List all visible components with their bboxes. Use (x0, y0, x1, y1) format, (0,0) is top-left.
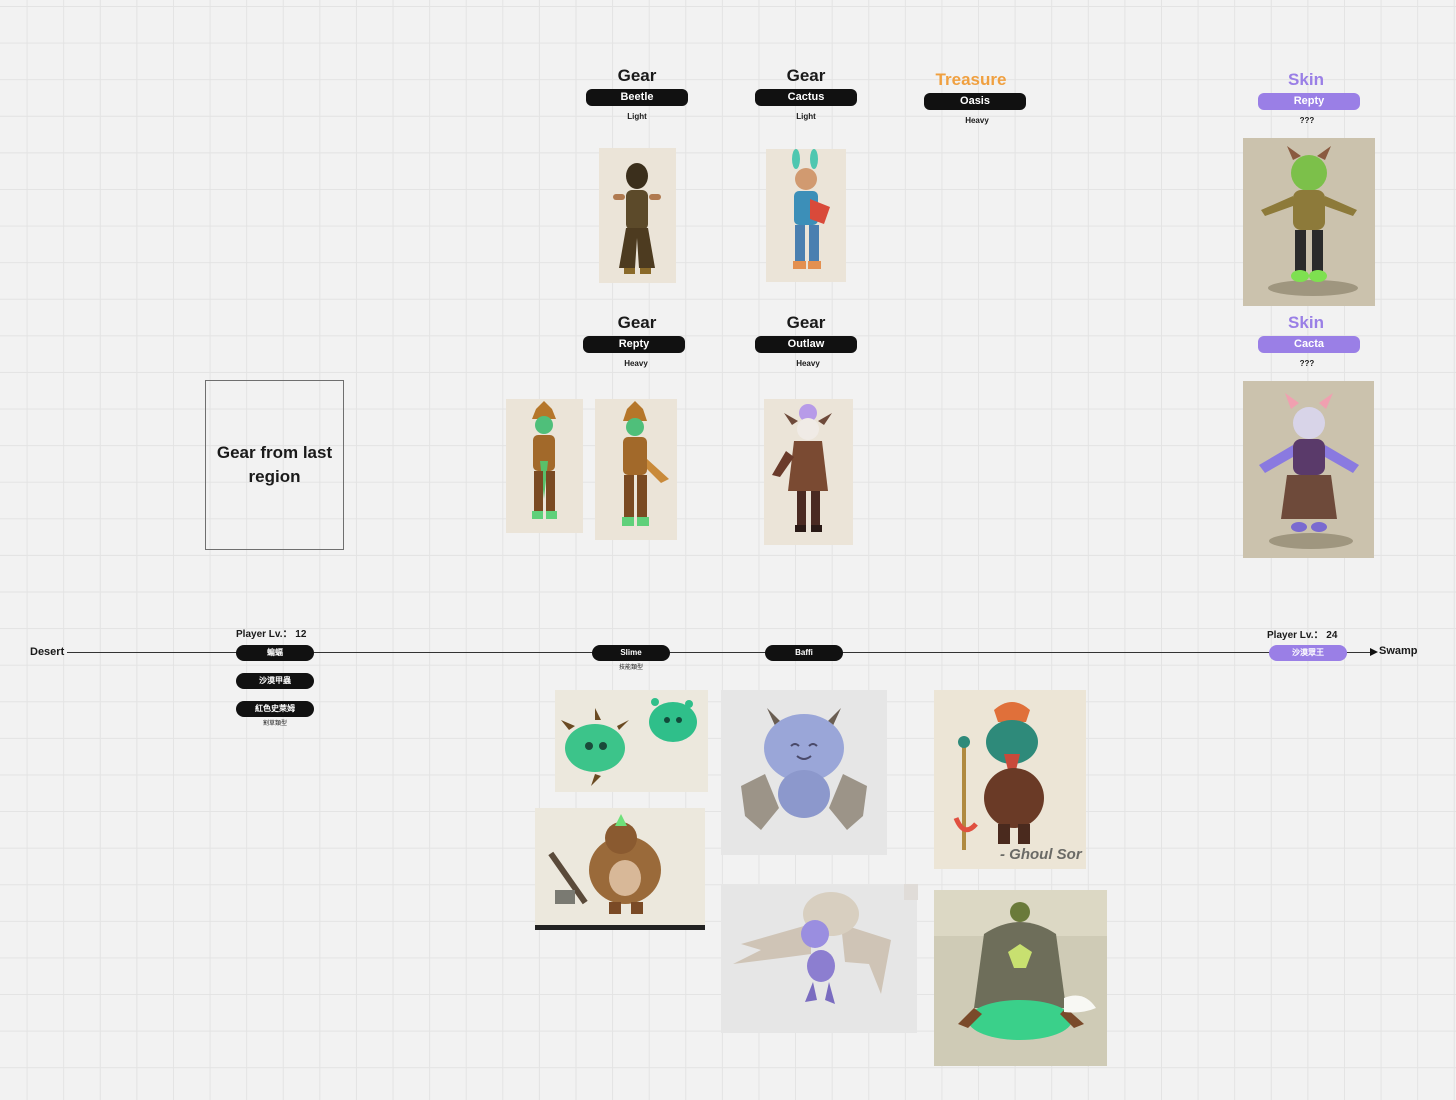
category-title: Gear (786, 66, 826, 85)
weight-label: Light (627, 112, 647, 121)
image-caption: - Ghoul Sor (1000, 846, 1082, 863)
category-title: Gear (617, 66, 657, 85)
outlaw-gear-image (764, 399, 853, 545)
timeline-arrow-icon (1370, 648, 1378, 656)
bat-monster-image (721, 884, 917, 1033)
weight-label: ??? (1299, 359, 1315, 368)
category-title: Gear (786, 313, 826, 332)
category-title: Skin (1288, 70, 1324, 89)
item-name-pill: Repty (583, 336, 685, 353)
item-name-pill: Repty (1258, 93, 1360, 110)
ghoul-sorcerer-image: - Ghoul Sor (934, 690, 1086, 869)
timeline-start-label: Desert (30, 646, 65, 658)
category-title: Treasure (935, 70, 1007, 89)
weight-label: ??? (1299, 116, 1315, 125)
beetle-gear-image (599, 148, 676, 283)
clipped-image-fragment (904, 884, 918, 900)
cacta-skin-image (1243, 381, 1374, 558)
player-level-left: Player Lv.： 12 (236, 629, 307, 640)
bell-monster-image (934, 890, 1107, 1066)
item-name-pill: Oasis (924, 93, 1026, 110)
item-name-pill: Beetle (586, 89, 688, 106)
timeline-end-label: Swamp (1379, 645, 1418, 657)
weight-label: Light (796, 112, 816, 121)
category-title: Gear (617, 313, 657, 332)
weight-label: Heavy (624, 359, 648, 368)
monster-type-note: 割草類型 (262, 721, 287, 727)
monster-pill: 蝙蝠 (236, 645, 314, 661)
repty-gear-back-image (595, 399, 677, 540)
baffi-monster-image (721, 690, 887, 855)
item-name-pill: Cacta (1258, 336, 1360, 353)
repty-skin-image (1243, 138, 1375, 306)
boss-pill: 沙漠眾王 (1269, 645, 1347, 661)
baffi-pill: Baffi (765, 645, 843, 661)
item-name-pill: Outlaw (755, 336, 857, 353)
slime-type-note: 技能類型 (618, 665, 643, 671)
cactus-gear-image (766, 149, 846, 282)
gear-from-last-region-note: Gear from last region (205, 380, 344, 550)
note-text: Gear from last region (216, 443, 333, 486)
weight-label: Heavy (965, 116, 989, 125)
repty-gear-front-image (506, 399, 583, 533)
weight-label: Heavy (796, 359, 820, 368)
player-level-right: Player Lv.： 24 (1267, 630, 1338, 641)
item-name-pill: Cactus (755, 89, 857, 106)
category-title: Skin (1288, 313, 1324, 332)
slime-pill: Slime (592, 645, 670, 661)
monster-pill: 紅色史萊姆 (236, 701, 314, 717)
slime-monster-image (555, 690, 708, 792)
monster-pill: 沙漠甲蟲 (236, 673, 314, 689)
bear-monster-image (535, 808, 705, 930)
